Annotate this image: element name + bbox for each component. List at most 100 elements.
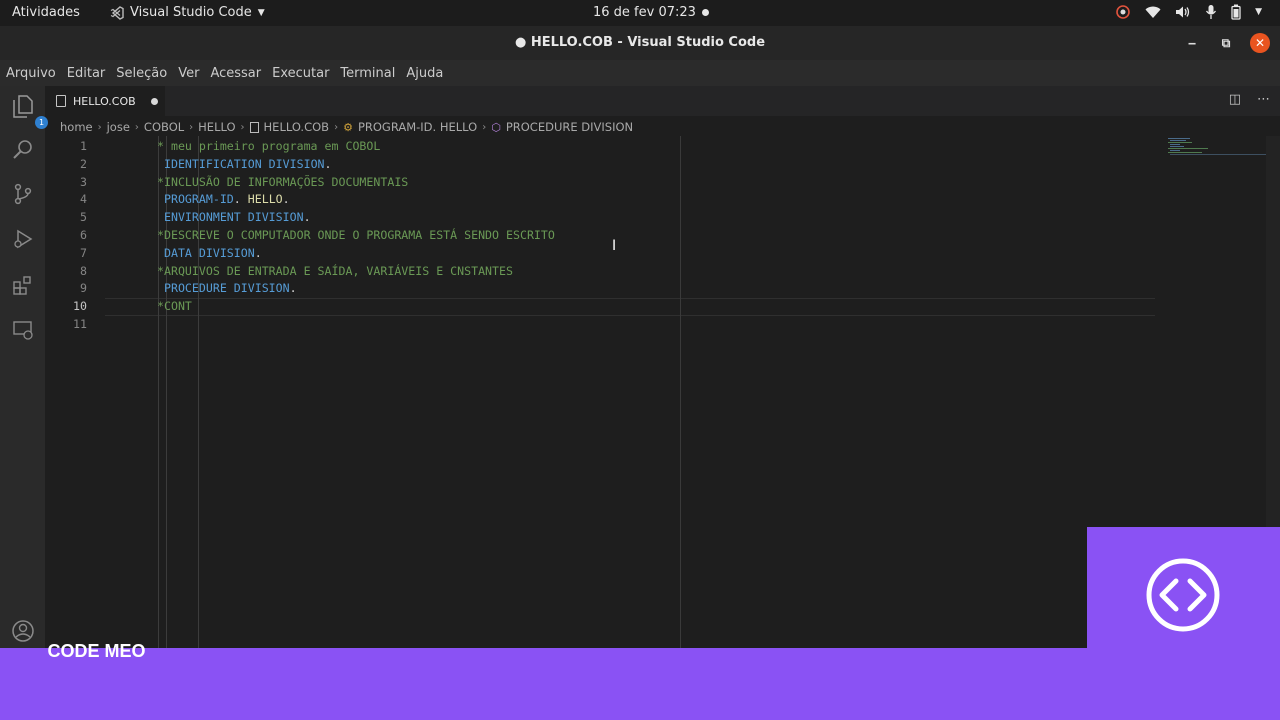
code-token: IDENTIFICATION DIVISION	[163, 156, 325, 171]
menu-selecao[interactable]: Seleção	[116, 66, 167, 81]
editor-tab-bar: HELLO.COB ◫ ⋯	[45, 86, 1280, 116]
code-token: .	[324, 156, 332, 171]
chevron-right-icon: ›	[240, 121, 245, 133]
symbol-class-icon: ⬡	[491, 120, 501, 134]
menu-arquivo[interactable]: Arquivo	[6, 66, 56, 81]
editor-ruler	[680, 136, 681, 648]
clock[interactable]: 16 de fev 07:23	[593, 5, 696, 20]
minimap-line	[1168, 152, 1202, 153]
chevron-down-icon[interactable]: ▼	[1255, 7, 1262, 17]
code-token: .	[254, 245, 262, 260]
line-number[interactable]: 10	[45, 297, 87, 315]
line-number[interactable]: 8	[45, 262, 87, 280]
wifi-icon[interactable]	[1145, 5, 1161, 19]
breadcrumb-item[interactable]: jose	[107, 120, 130, 134]
menu-ajuda[interactable]: Ajuda	[406, 66, 443, 81]
code-line[interactable]: *DESCREVE O COMPUTADOR ONDE O PROGRAMA E…	[157, 226, 555, 244]
menu-acessar[interactable]: Acessar	[210, 66, 261, 81]
menu-terminal[interactable]: Terminal	[340, 66, 395, 81]
app-name: Visual Studio Code	[130, 5, 252, 20]
source-control-icon[interactable]	[10, 183, 35, 208]
editor-actions: ◫ ⋯	[1229, 92, 1270, 107]
file-icon	[56, 95, 66, 107]
brand-logo	[1087, 527, 1280, 648]
unsaved-dot-icon[interactable]	[150, 97, 158, 105]
run-debug-icon[interactable]	[10, 228, 35, 253]
line-number[interactable]: 4	[45, 190, 87, 208]
minimap-line	[1168, 142, 1192, 143]
split-editor-icon[interactable]: ◫	[1229, 92, 1241, 107]
screen-recorder-icon[interactable]	[1115, 4, 1131, 20]
code-token: PROCEDURE DIVISION	[163, 281, 290, 296]
code-line[interactable]: DATA DIVISION.	[157, 244, 262, 262]
system-tray[interactable]: ▼	[1115, 4, 1262, 20]
window-controls: ‒ ⧉ ✕	[1182, 33, 1270, 53]
minimap-line	[1170, 150, 1180, 151]
code-line[interactable]: *INCLUSÃO DE INFORMAÇÕES DOCUMENTAIS	[157, 173, 408, 191]
chevron-right-icon: ›	[189, 121, 194, 133]
menu-ver[interactable]: Ver	[178, 66, 199, 81]
menu-executar[interactable]: Executar	[272, 66, 329, 81]
restore-button[interactable]: ⧉	[1216, 33, 1236, 53]
files-icon[interactable]: 1	[10, 94, 48, 129]
brand-name: CODE MEO	[47, 641, 146, 661]
code-line[interactable]: PROGRAM-ID. HELLO.	[157, 190, 290, 208]
code-line[interactable]: IDENTIFICATION DIVISION.	[157, 155, 332, 173]
line-number[interactable]: 1	[45, 137, 87, 155]
system-top-bar: Atividades Visual Studio Code ▼ 16 de fe…	[0, 0, 1280, 26]
code-line[interactable]: *ARQUIVOS DE ENTRADA E SAÍDA, VARIÁVEIS …	[157, 262, 513, 280]
window-title-bar[interactable]: ● HELLO.COB - Visual Studio Code ‒ ⧉ ✕	[0, 26, 1280, 60]
line-number[interactable]: 3	[45, 173, 87, 191]
app-menu[interactable]: Visual Studio Code ▼	[110, 5, 265, 20]
tab-hello-cob[interactable]: HELLO.COB	[45, 86, 165, 116]
close-button[interactable]: ✕	[1250, 33, 1270, 53]
code-token: *ARQUIVOS DE ENTRADA E SAÍDA, VARIÁVEIS …	[157, 263, 513, 278]
window-title: ● HELLO.COB - Visual Studio Code	[514, 35, 766, 50]
line-number[interactable]: 11	[45, 315, 87, 333]
code-token: .	[289, 281, 297, 296]
code-token: *INCLUSÃO DE INFORMAÇÕES DOCUMENTAIS	[157, 174, 409, 189]
code-token: .	[233, 192, 248, 207]
minimap-line	[1170, 140, 1186, 141]
minimize-button[interactable]: ‒	[1182, 33, 1202, 53]
breadcrumb-item[interactable]: PROCEDURE DIVISION	[506, 120, 633, 134]
code-line[interactable]: *CONT	[157, 297, 192, 315]
more-actions-icon[interactable]: ⋯	[1257, 92, 1270, 107]
code-line[interactable]: * meu primeiro programa em COBOL	[157, 137, 380, 155]
code-token: *CONT	[157, 299, 192, 314]
breadcrumb-item[interactable]: PROGRAM-ID. HELLO	[358, 120, 477, 134]
line-number[interactable]: 9	[45, 279, 87, 297]
chevron-right-icon: ›	[334, 121, 339, 133]
text-cursor-icon: I	[612, 238, 617, 254]
minimap[interactable]	[1168, 138, 1268, 158]
remote-explorer-icon[interactable]	[10, 319, 35, 344]
minimap-line	[1168, 138, 1190, 139]
chevron-down-icon: ▼	[257, 7, 265, 18]
menu-editar[interactable]: Editar	[67, 66, 106, 81]
code-line[interactable]: ENVIRONMENT DIVISION.	[157, 208, 311, 226]
explorer-badge: 1	[35, 116, 48, 129]
minimap-line	[1170, 146, 1184, 147]
code-token: PROGRAM-ID	[163, 192, 234, 207]
extensions-icon[interactable]	[10, 274, 35, 299]
line-number[interactable]: 7	[45, 244, 87, 262]
volume-icon[interactable]	[1175, 5, 1191, 19]
search-icon[interactable]	[10, 138, 35, 163]
menu-bar: Arquivo Editar Seleção Ver Acessar Execu…	[0, 60, 1280, 86]
line-number[interactable]: 2	[45, 155, 87, 173]
breadcrumb-item[interactable]: HELLO.COB	[264, 120, 330, 134]
line-number[interactable]: 6	[45, 226, 87, 244]
vscode-icon	[110, 5, 124, 20]
microphone-icon[interactable]	[1205, 4, 1217, 20]
breadcrumb-item[interactable]: HELLO	[198, 120, 235, 134]
activities-button[interactable]: Atividades	[12, 5, 80, 20]
battery-icon[interactable]	[1231, 4, 1241, 20]
code-line[interactable]: PROCEDURE DIVISION.	[157, 279, 297, 297]
line-number[interactable]: 5	[45, 208, 87, 226]
breadcrumb-item[interactable]: COBOL	[144, 120, 184, 134]
breadcrumb-item[interactable]: home	[60, 120, 93, 134]
